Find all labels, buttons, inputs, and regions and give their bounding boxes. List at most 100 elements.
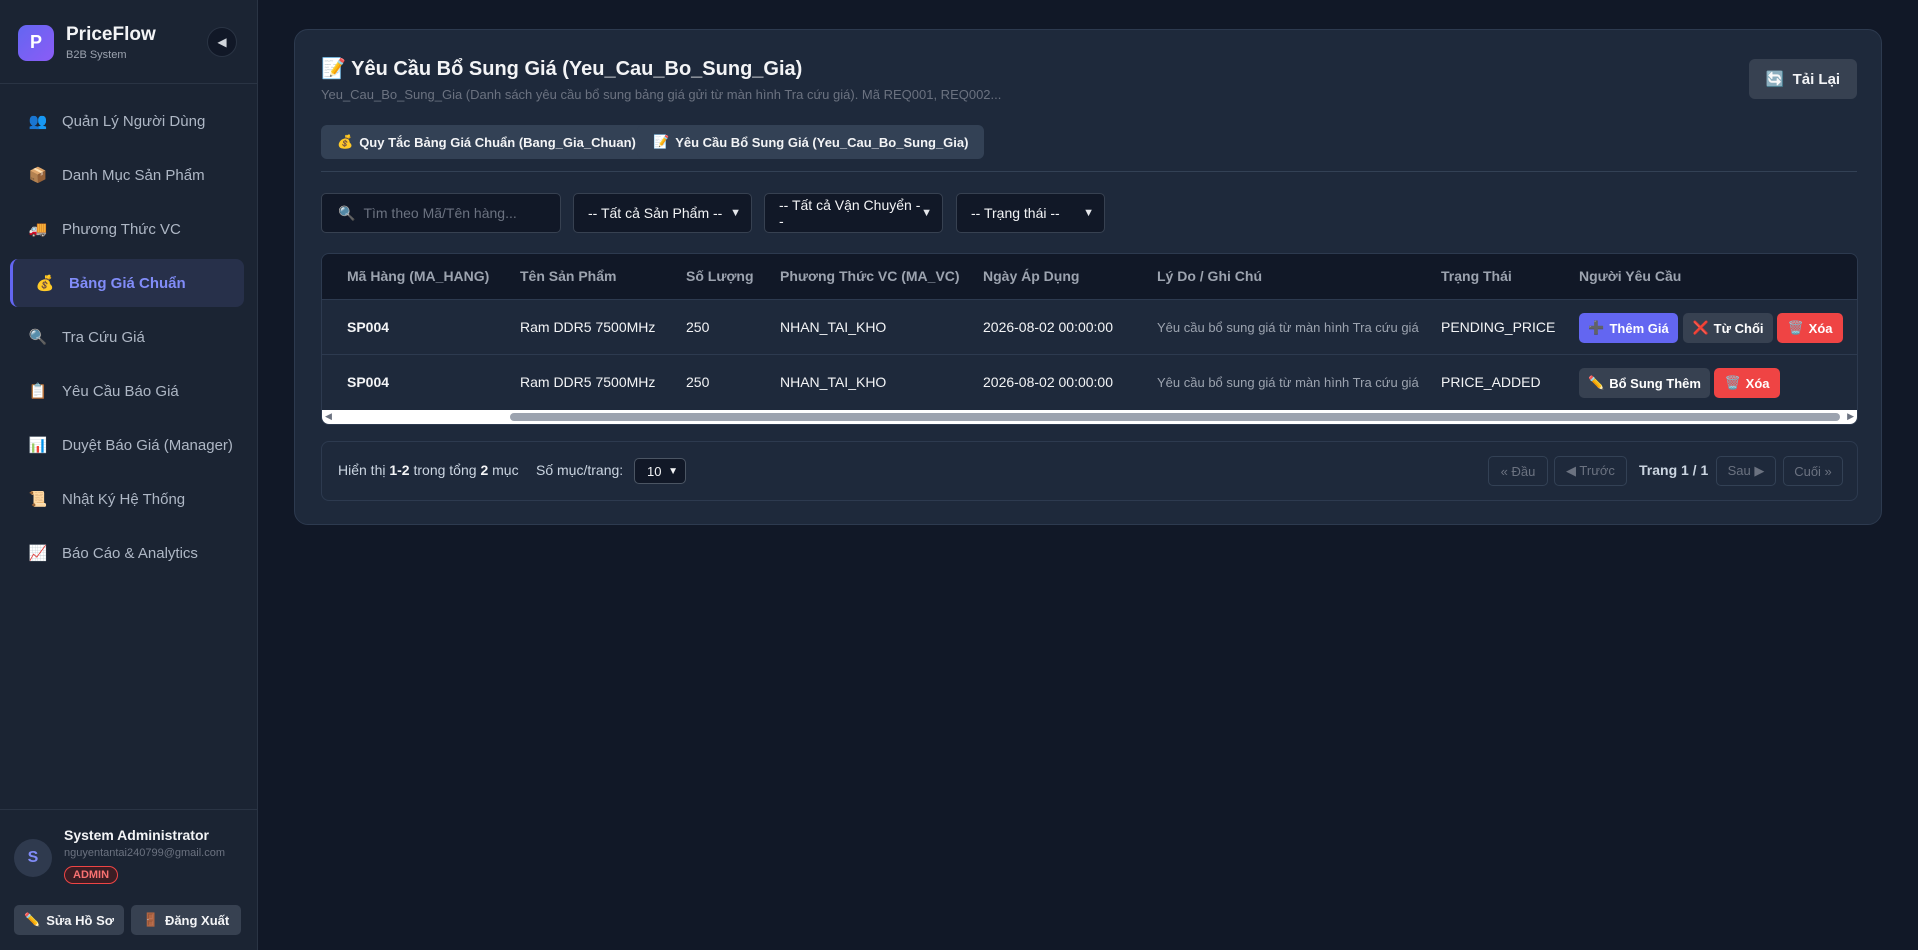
pagination-summary: Hiển thị 1-2 trong tổng 2 mục	[338, 462, 519, 478]
column-header: Mã Hàng (MA_HANG)	[347, 268, 490, 284]
clipboard-icon: 📋	[28, 383, 48, 400]
cell-qty: 250	[686, 319, 710, 335]
per-page-select[interactable]: 10 ▼	[634, 458, 686, 484]
user-email: nguyentantai240799@gmail.com	[64, 847, 225, 859]
reject-label: Từ Chối	[1713, 320, 1764, 336]
first-page-button[interactable]: « Đầu	[1488, 456, 1548, 486]
scroll-icon: 📜	[28, 491, 48, 508]
reload-button[interactable]: 🔄 Tải Lại	[1749, 59, 1857, 99]
column-header: Trạng Thái	[1441, 268, 1512, 284]
money-bag-icon: 💰	[337, 134, 354, 149]
cell-date: 2026-08-02 00:00:00	[983, 374, 1113, 390]
pencil-icon: ✏️	[1588, 375, 1605, 390]
sidebar: P PriceFlow B2B System ◀ 👥 Quản Lý Người…	[0, 0, 258, 950]
scroll-right-icon[interactable]: ▶	[1847, 411, 1854, 422]
sidebar-item-label: Danh Mục Sản Phẩm	[62, 166, 205, 184]
sidebar-item-label: Yêu Cầu Báo Giá	[62, 382, 179, 400]
sidebar-item-reports[interactable]: 📈 Báo Cáo & Analytics	[10, 529, 244, 577]
plus-icon: ➕	[1588, 320, 1605, 335]
status-filter-select[interactable]: -- Trạng thái -- ▼	[956, 193, 1105, 233]
table-row: SP004 Ram DDR5 7500MHz 250 NHAN_TAI_KHO …	[322, 354, 1857, 409]
shipping-filter-value: -- Tất cả Vận Chuyển --	[779, 197, 921, 229]
collapse-sidebar-button[interactable]: ◀	[207, 27, 237, 57]
column-header: Số Lượng	[686, 268, 754, 284]
last-page-button[interactable]: Cuối »	[1783, 456, 1843, 486]
tab-label: Quy Tắc Bảng Giá Chuẩn (Bang_Gia_Chuan)	[359, 134, 636, 150]
card-divider	[321, 171, 1857, 172]
cell-qty: 250	[686, 374, 710, 390]
product-filter-value: -- Tất cả Sản Phẩm --	[588, 205, 723, 221]
page-description: Yeu_Cau_Bo_Sung_Gia (Danh sách yêu cầu b…	[321, 87, 1002, 102]
logout-button[interactable]: 🚪 Đăng Xuất	[131, 905, 241, 935]
tab-price-requests[interactable]: 📝 Yêu Cầu Bổ Sung Giá (Yeu_Cau_Bo_Sung_G…	[637, 125, 985, 159]
sidebar-item-quote-requests[interactable]: 📋 Yêu Cầu Báo Giá	[10, 367, 244, 415]
reload-label: Tải Lại	[1792, 70, 1841, 88]
brand-title: PriceFlow	[66, 24, 156, 45]
sidebar-item-system-log[interactable]: 📜 Nhật Ký Hệ Thống	[10, 475, 244, 523]
summary-total-prefix: trong tổng	[413, 462, 477, 478]
summary-range: 1-2	[389, 462, 410, 478]
cell-shipping: NHAN_TAI_KHO	[780, 319, 887, 335]
trash-icon: 🗑️	[1787, 320, 1804, 335]
shipping-filter-select[interactable]: -- Tất cả Vận Chuyển -- ▼	[764, 193, 943, 233]
sidebar-item-label: Bảng Giá Chuẩn	[69, 274, 186, 292]
sidebar-item-label: Duyệt Báo Giá (Manager)	[62, 436, 233, 454]
edit-profile-button[interactable]: ✏️ Sửa Hồ Sơ	[14, 905, 124, 935]
cell-code: SP004	[347, 319, 390, 335]
supplement-button[interactable]: ✏️ Bổ Sung Thêm	[1579, 368, 1710, 398]
search-icon: 🔍	[338, 204, 356, 221]
sidebar-item-shipping[interactable]: 🚚 Phương Thức VC	[10, 205, 244, 253]
next-page-button[interactable]: Sau ▶	[1716, 456, 1776, 486]
sidebar-item-price-lookup[interactable]: 🔍 Tra Cứu Giá	[10, 313, 244, 361]
tab-price-rules[interactable]: 💰 Quy Tắc Bảng Giá Chuẩn (Bang_Gia_Chuan…	[321, 125, 652, 159]
summary-prefix: Hiển thị	[338, 462, 386, 478]
requests-table: Mã Hàng (MA_HANG) Tên Sản Phẩm Số Lượng …	[321, 253, 1858, 425]
add-price-label: Thêm Giá	[1609, 320, 1669, 336]
bar-chart-icon: 📊	[28, 437, 48, 454]
search-input[interactable]: 🔍 Tìm theo Mã/Tên hàng...	[321, 193, 561, 233]
scroll-left-icon[interactable]: ◀	[325, 411, 332, 422]
search-icon: 🔍	[28, 329, 48, 346]
sidebar-item-label: Quản Lý Người Dùng	[62, 112, 206, 130]
main-card: 📝 Yêu Cầu Bổ Sung Giá (Yeu_Cau_Bo_Sung_G…	[294, 29, 1882, 525]
refresh-icon: 🔄	[1765, 71, 1785, 88]
users-icon: 👥	[28, 113, 48, 130]
delete-button[interactable]: 🗑️ Xóa	[1714, 368, 1780, 398]
cell-product: Ram DDR5 7500MHz	[520, 374, 656, 390]
delete-label: Xóa	[1808, 320, 1833, 336]
column-header: Lý Do / Ghi Chú	[1157, 268, 1262, 284]
per-page-value: 10	[647, 463, 662, 479]
cell-product: Ram DDR5 7500MHz	[520, 319, 656, 335]
per-page-label: Số mục/trang:	[536, 462, 624, 478]
brand-logo: P	[18, 24, 54, 61]
page-title-text: Yêu Cầu Bổ Sung Giá (Yeu_Cau_Bo_Sung_Gia…	[351, 58, 803, 80]
delete-button[interactable]: 🗑️ Xóa	[1777, 313, 1843, 343]
memo-icon: 📝	[653, 134, 670, 149]
sidebar-item-label: Báo Cáo & Analytics	[62, 544, 198, 562]
tab-label: Yêu Cầu Bổ Sung Giá (Yeu_Cau_Bo_Sung_Gia…	[675, 134, 969, 150]
product-filter-select[interactable]: -- Tất cả Sản Phẩm -- ▼	[573, 193, 752, 233]
brand-subtitle: B2B System	[66, 49, 127, 61]
sidebar-footer-divider	[0, 809, 257, 810]
cell-shipping: NHAN_TAI_KHO	[780, 374, 887, 390]
column-header: Phương Thức VC (MA_VC)	[780, 268, 960, 284]
prev-page-button[interactable]: ◀ Trước	[1554, 456, 1627, 486]
column-header: Tên Sản Phẩm	[520, 268, 617, 284]
sidebar-item-label: Phương Thức VC	[62, 220, 181, 238]
brand[interactable]: P PriceFlow B2B System	[18, 24, 156, 61]
sidebar-item-quote-approval[interactable]: 📊 Duyệt Báo Giá (Manager)	[10, 421, 244, 469]
add-price-button[interactable]: ➕ Thêm Giá	[1579, 313, 1678, 343]
horizontal-scrollbar[interactable]: ◀ ▶	[322, 410, 1857, 424]
status-filter-value: -- Trạng thái --	[971, 205, 1060, 221]
sidebar-nav: 👥 Quản Lý Người Dùng 📦 Danh Mục Sản Phẩm…	[10, 97, 244, 583]
scrollbar-thumb[interactable]	[510, 413, 1840, 421]
page-indicator: Trang 1 / 1	[1639, 462, 1709, 478]
money-bag-icon: 💰	[35, 275, 55, 292]
reject-button[interactable]: ❌ Từ Chối	[1683, 313, 1773, 343]
chevron-down-icon: ▼	[921, 207, 932, 219]
sidebar-item-products[interactable]: 📦 Danh Mục Sản Phẩm	[10, 151, 244, 199]
sidebar-item-label: Nhật Ký Hệ Thống	[62, 490, 186, 508]
sidebar-item-price-table[interactable]: 💰 Bảng Giá Chuẩn	[10, 259, 244, 307]
sidebar-item-users[interactable]: 👥 Quản Lý Người Dùng	[10, 97, 244, 145]
delete-label: Xóa	[1745, 375, 1770, 391]
